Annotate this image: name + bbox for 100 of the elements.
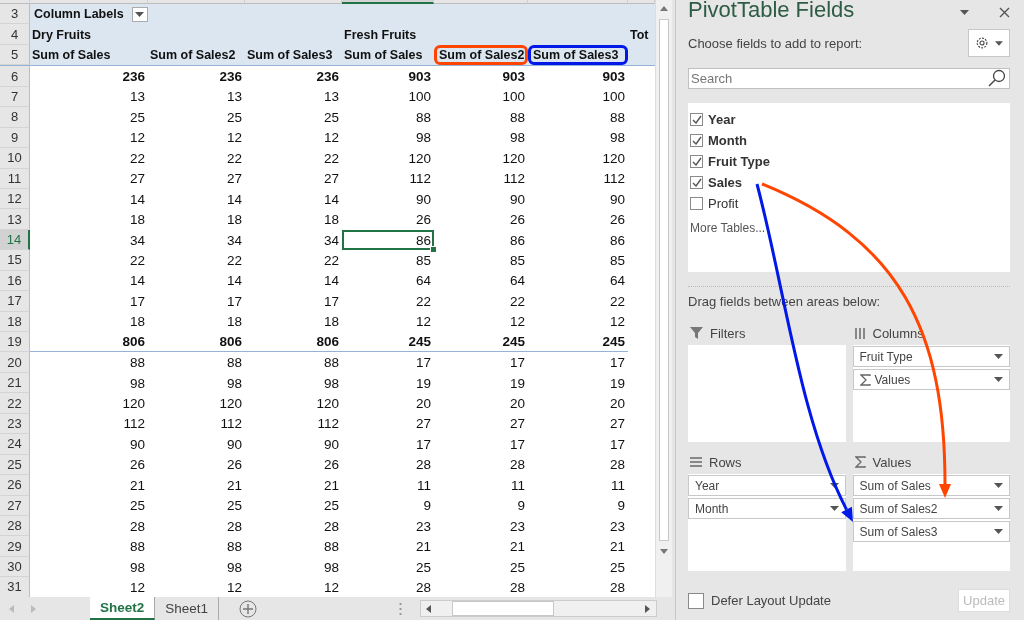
area-field[interactable]: Fruit Type (852, 346, 1010, 367)
add-sheet-icon[interactable] (239, 599, 258, 618)
row-number[interactable]: 12 (0, 188, 30, 210)
close-button[interactable] (999, 6, 1010, 18)
table-cell-text: 14 (225, 272, 243, 291)
row-number[interactable]: 3 (0, 4, 30, 25)
checkbox[interactable] (688, 592, 704, 609)
field-item[interactable]: Fruit Type (690, 151, 770, 172)
table-cell-text: 22 (225, 149, 243, 168)
panel-title: PivotTable Fields (688, 0, 855, 23)
row-number[interactable]: 25 (0, 454, 30, 476)
checkbox[interactable] (690, 197, 703, 210)
row-number[interactable]: 31 (0, 577, 30, 597)
splitter-handle[interactable] (399, 602, 402, 615)
settings-button[interactable] (968, 29, 1010, 57)
search-icon (988, 69, 1006, 87)
table-cell-text: 21 (608, 538, 626, 557)
row-number[interactable]: 16 (0, 270, 30, 292)
field-item[interactable]: Sales (690, 172, 742, 193)
table-cell-text: 13 (225, 88, 243, 107)
row-number[interactable]: 26 (0, 475, 30, 496)
area-field[interactable]: Month (688, 498, 846, 519)
table-cell-text: 112 (502, 170, 526, 189)
row-number[interactable]: 4 (0, 24, 30, 45)
table-cell-text: 98 (508, 129, 526, 148)
table-cell: 86 (342, 229, 434, 251)
row-number[interactable]: 6 (0, 66, 30, 87)
row-number[interactable]: 11 (0, 168, 30, 189)
checkbox[interactable] (690, 176, 703, 189)
panel-menu-button[interactable] (960, 9, 969, 15)
table-cell-text: 22 (128, 149, 146, 168)
drop-area[interactable]: Sum of Sales Sum of Sales2 Sum of Sales3 (852, 474, 1010, 571)
row-number[interactable]: 27 (0, 495, 30, 516)
area-field[interactable]: Values (852, 369, 1010, 390)
table-cell-text: 28 (608, 456, 626, 475)
column-header[interactable] (342, 0, 434, 4)
row-number[interactable]: 17 (0, 291, 30, 312)
checkbox[interactable] (690, 113, 703, 126)
filter-dropdown[interactable] (131, 6, 148, 22)
row-number[interactable]: 19 (0, 332, 30, 353)
row-number[interactable]: 22 (0, 393, 30, 414)
row-number[interactable]: 23 (0, 413, 30, 435)
row-number[interactable]: 10 (0, 148, 30, 169)
table-cell: 245 (528, 332, 628, 353)
checkbox[interactable] (690, 155, 703, 168)
scroll-right-icon[interactable] (645, 604, 651, 613)
table-cell-text: 112 (219, 415, 243, 434)
table-cell-text: 17 (608, 354, 626, 373)
table-cell-text: 120 (601, 149, 626, 168)
row-number[interactable]: 29 (0, 536, 30, 557)
sheet-tab[interactable]: Sheet2 (90, 597, 156, 620)
table-cell-text: 21 (322, 476, 340, 495)
more-tables-link[interactable]: More Tables... (690, 221, 766, 235)
search-field[interactable]: Search (688, 68, 1010, 89)
table-cell-text: 26 (414, 211, 432, 230)
table-cell-text: 25 (322, 497, 340, 516)
sheet-tab[interactable]: Sheet1 (155, 597, 220, 620)
table-cell: 806 (148, 332, 245, 353)
row-number[interactable]: 21 (0, 372, 30, 394)
area-field[interactable]: Sum of Sales (852, 475, 1010, 496)
row-number[interactable]: 13 (0, 209, 30, 230)
row-number[interactable]: 5 (0, 44, 30, 66)
checkbox[interactable] (690, 134, 703, 147)
row-number[interactable]: 18 (0, 311, 30, 332)
area-field[interactable]: Sum of Sales3 (852, 521, 1010, 542)
table-cell-text: 28 (414, 456, 432, 475)
table-cell-text: 20 (508, 395, 526, 414)
drop-area[interactable]: Year Month (688, 474, 846, 571)
row-number[interactable]: 24 (0, 434, 30, 455)
field-item[interactable]: Month (690, 130, 747, 151)
vertical-scrollbar[interactable] (655, 0, 672, 597)
row-number[interactable]: 9 (0, 127, 30, 149)
scroll-down-icon[interactable] (660, 549, 668, 554)
field-item[interactable]: Profit (690, 193, 739, 214)
table-cell-text: 27 (608, 415, 626, 434)
table-cell-text: 12 (414, 313, 432, 332)
row-number[interactable]: 8 (0, 107, 30, 128)
table-cell-text: 25 (608, 558, 626, 577)
area-field[interactable]: Year (688, 475, 846, 496)
row-number[interactable]: 7 (0, 86, 30, 108)
value-header: Sum of Sales3 (246, 47, 334, 65)
rows-icon (690, 457, 702, 467)
table-cell-text: 18 (225, 313, 243, 332)
area-field[interactable]: Sum of Sales2 (852, 498, 1010, 519)
table-cell-text: 14 (128, 272, 146, 291)
table-cell-text: 98 (128, 374, 146, 393)
scroll-up-icon[interactable] (660, 6, 668, 11)
table-cell-text: 100 (601, 88, 626, 107)
field-item[interactable]: Year (690, 109, 736, 130)
row-number[interactable]: 28 (0, 515, 30, 537)
drop-area[interactable]: Fruit Type Values (852, 345, 1010, 442)
table-cell-text: 98 (225, 558, 243, 577)
drop-area[interactable] (688, 345, 846, 442)
row-number[interactable]: 14 (0, 229, 30, 251)
row-number[interactable]: 15 (0, 250, 30, 271)
table-cell-text: 17 (322, 292, 340, 311)
scroll-left-icon[interactable] (426, 604, 432, 613)
horizontal-scrollbar[interactable] (420, 600, 657, 617)
row-number[interactable]: 30 (0, 556, 30, 578)
row-number[interactable]: 20 (0, 352, 30, 373)
